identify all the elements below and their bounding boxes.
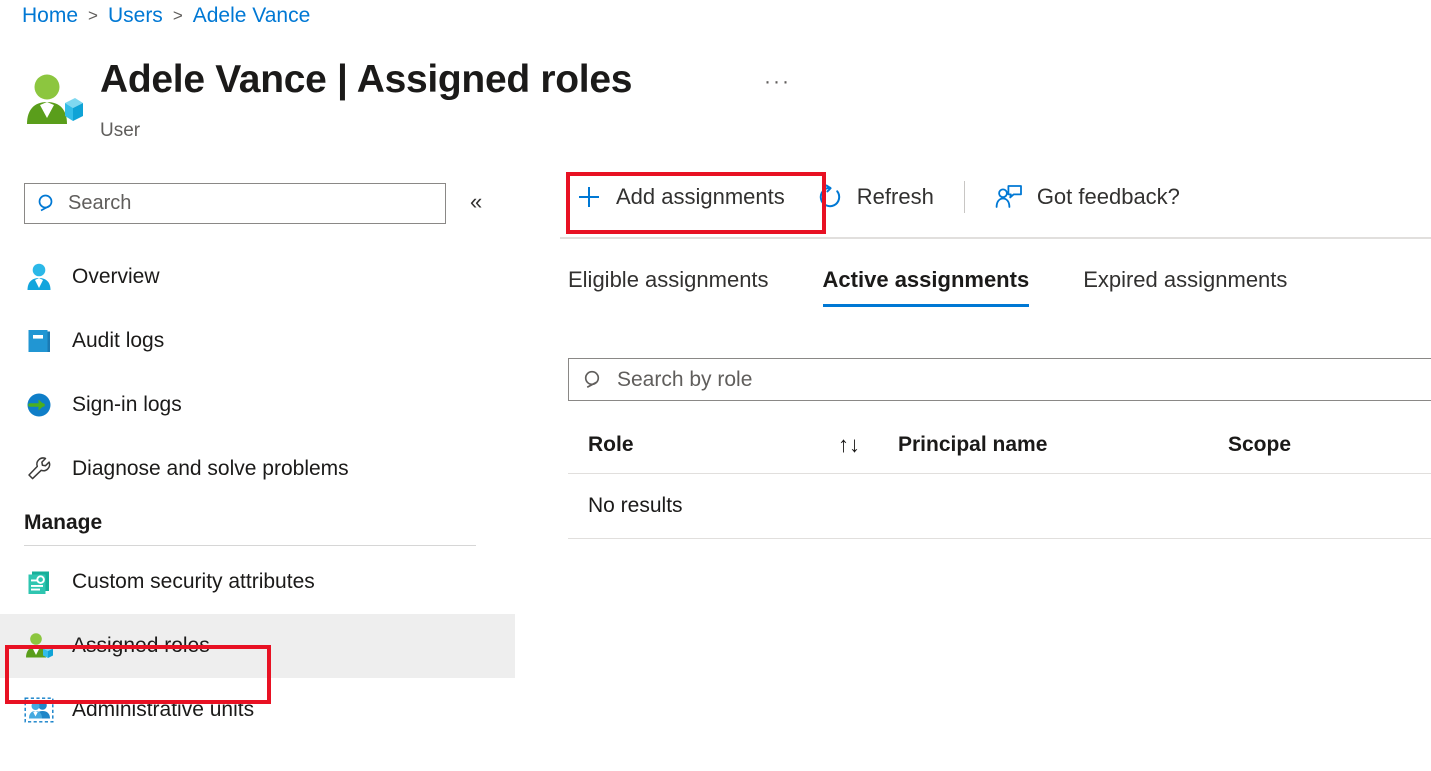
- page-subtitle: User: [100, 120, 141, 141]
- sidebar-section-divider: [24, 545, 476, 546]
- breadcrumb: Home > Users > Adele Vance: [22, 4, 310, 28]
- search-input[interactable]: Search: [24, 183, 446, 224]
- sidebar-item-label: Sign-in logs: [72, 393, 182, 416]
- sidebar-item-label: Audit logs: [72, 329, 165, 352]
- role-search-placeholder: Search by role: [617, 367, 753, 391]
- sidebar-item-label: Diagnose and solve problems: [72, 457, 349, 480]
- sidebar-nav-list: Overview Audit logs Sign-in logs Diagnos…: [0, 245, 530, 742]
- assignments-table: Role ↑↓ Principal name Scope No results: [568, 417, 1431, 539]
- sidebar-item-administrative-units[interactable]: Administrative units: [0, 678, 530, 742]
- main-content: Add assignments Refresh Got feedback? El…: [560, 155, 1431, 771]
- tab-eligible-assignments[interactable]: Eligible assignments: [568, 267, 769, 307]
- column-header-principal-name: Principal name: [898, 433, 1048, 456]
- collapse-sidebar-button[interactable]: «: [470, 191, 482, 213]
- search-placeholder: Search: [68, 192, 132, 214]
- breadcrumb-item-home[interactable]: Home: [22, 4, 78, 28]
- document-gear-icon: [24, 567, 54, 597]
- breadcrumb-separator: >: [88, 6, 98, 25]
- table-divider: [568, 538, 1431, 539]
- page-title: Adele Vance | Assigned roles: [100, 58, 633, 101]
- toolbar-separator: [963, 181, 965, 213]
- role-search-input[interactable]: Search by role: [568, 358, 1431, 401]
- sidebar-item-label: Assigned roles: [72, 634, 210, 657]
- wrench-icon: [24, 454, 54, 484]
- add-assignments-button[interactable]: Add assignments: [560, 174, 801, 220]
- admin-units-icon: [24, 695, 54, 725]
- got-feedback-label: Got feedback?: [1036, 184, 1180, 209]
- sidebar: Search « Overview Audit logs Sign-in log…: [0, 155, 530, 771]
- user-blue-icon: [24, 262, 54, 292]
- user-with-cube-green-icon: [24, 631, 54, 661]
- add-assignments-label: Add assignments: [616, 184, 785, 209]
- toolbar-divider: [560, 237, 1431, 239]
- column-header-role: Role: [588, 433, 634, 456]
- refresh-icon: [817, 184, 843, 210]
- assignment-tabs: Eligible assignments Active assignments …: [568, 267, 1287, 307]
- sidebar-item-assigned-roles[interactable]: Assigned roles: [0, 614, 515, 678]
- plus-icon: [576, 184, 602, 210]
- table-header-row: Role ↑↓ Principal name Scope: [568, 417, 1431, 473]
- more-menu-icon[interactable]: ···: [764, 70, 791, 94]
- search-icon: [37, 193, 58, 214]
- column-header-scope: Scope: [1228, 433, 1292, 456]
- search-icon: [583, 369, 605, 391]
- sidebar-item-audit-logs[interactable]: Audit logs: [0, 309, 530, 373]
- sort-icon[interactable]: ↑↓: [838, 432, 898, 458]
- command-toolbar: Add assignments Refresh Got feedback?: [560, 155, 1431, 239]
- breadcrumb-item-users[interactable]: Users: [108, 4, 163, 28]
- user-with-cube-icon: [22, 72, 84, 128]
- refresh-button[interactable]: Refresh: [801, 174, 950, 220]
- person-feedback-icon: [995, 184, 1023, 210]
- sidebar-item-custom-security-attributes[interactable]: Custom security attributes: [0, 550, 530, 614]
- sidebar-item-overview[interactable]: Overview: [0, 245, 530, 309]
- sign-in-arrow-icon: [24, 390, 54, 420]
- sidebar-item-label: Custom security attributes: [72, 570, 315, 593]
- breadcrumb-separator: >: [172, 6, 183, 25]
- got-feedback-button[interactable]: Got feedback?: [979, 174, 1196, 220]
- book-icon: [24, 326, 54, 356]
- sidebar-item-sign-in-logs[interactable]: Sign-in logs: [0, 373, 530, 437]
- tab-expired-assignments[interactable]: Expired assignments: [1083, 267, 1287, 307]
- no-results-label: No results: [588, 494, 683, 517]
- sidebar-item-label: Administrative units: [72, 698, 255, 721]
- refresh-label: Refresh: [856, 184, 934, 209]
- azure-portal-page: Home > Users > Adele Vance Adele Vance |…: [0, 0, 1431, 771]
- table-empty-row: No results: [568, 474, 1431, 538]
- sidebar-section-manage-title: Manage: [24, 511, 103, 534]
- tab-active-assignments[interactable]: Active assignments: [822, 267, 1029, 307]
- breadcrumb-item-adele-vance[interactable]: Adele Vance: [193, 4, 311, 28]
- sidebar-item-label: Overview: [72, 265, 160, 288]
- sidebar-item-diagnose-and-solve-problems[interactable]: Diagnose and solve problems: [0, 437, 530, 501]
